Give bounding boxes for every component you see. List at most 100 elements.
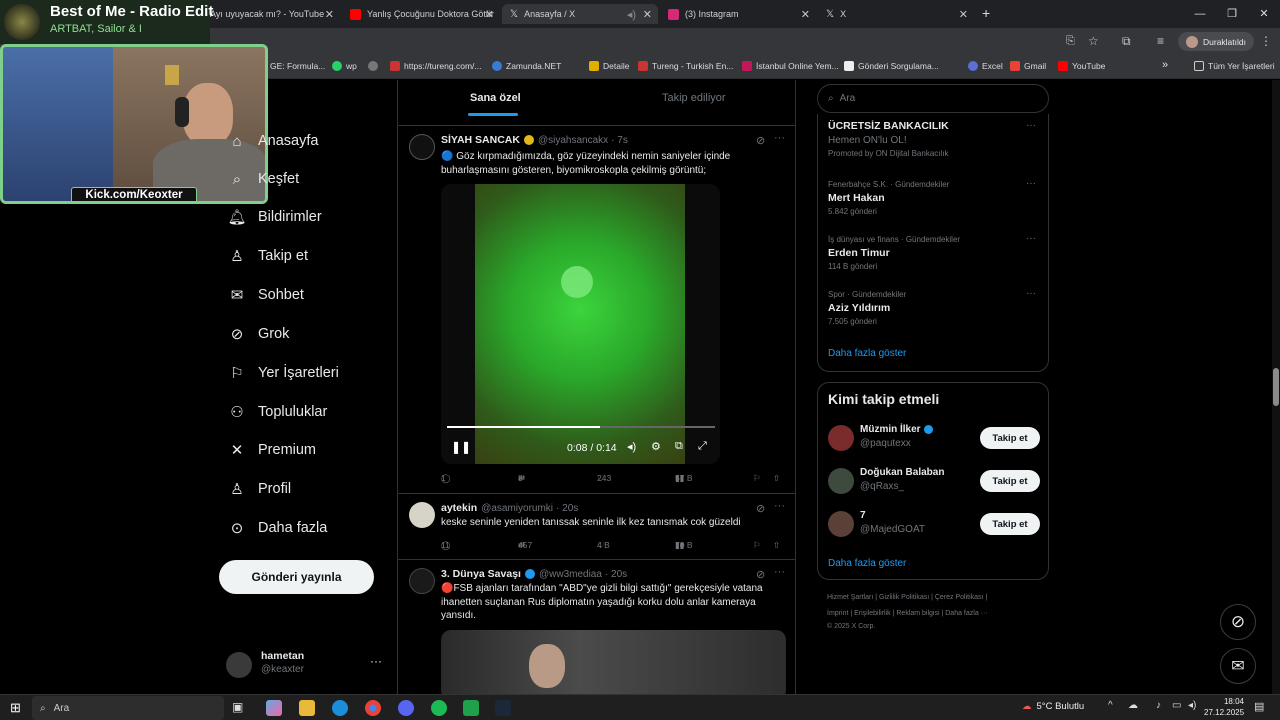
follow-button[interactable]: Takip et	[980, 427, 1040, 449]
file-explorer-icon[interactable]	[299, 700, 315, 716]
video-player[interactable]: ❚❚ 0:08 / 0:14 ◂) ⚙ ⧉ ⤢	[441, 184, 720, 464]
bookmark-item[interactable]: wp	[332, 61, 357, 71]
kebab-menu-icon[interactable]: ⋮	[1260, 34, 1272, 48]
more-icon[interactable]: ···	[774, 500, 785, 512]
windows-start-icon[interactable]: ⊞	[10, 700, 21, 716]
more-icon[interactable]: ···	[1026, 233, 1036, 244]
app-icon[interactable]	[463, 700, 479, 716]
nav-item-premium[interactable]: ✕ Premium	[228, 441, 316, 459]
bookmark-item[interactable]: GE: Formula...	[270, 61, 325, 71]
footer-line[interactable]: İmprint | Erişilebilirlik | Reklam bilgi…	[827, 606, 1052, 622]
share-icon[interactable]: ⇧	[773, 540, 780, 551]
tab-following[interactable]: Takip ediliyor	[662, 92, 726, 104]
tab-youtube-1[interactable]: Ayı uyuyacak mı? - YouTube ✕	[202, 4, 340, 24]
tweet-author[interactable]: 3. Dünya Savaşı	[441, 568, 521, 580]
grok-icon[interactable]: ⊘	[756, 134, 765, 147]
tab-instagram[interactable]: (3) Instagram ✕	[660, 4, 816, 24]
tweet-time[interactable]: · 20s	[605, 569, 627, 580]
account-switcher[interactable]: hametan @keaxter ···	[226, 650, 398, 680]
new-tab-button[interactable]: +	[982, 5, 990, 21]
follow-button[interactable]: Takip et	[980, 513, 1040, 535]
maximize-icon[interactable]: ❐	[1216, 0, 1248, 28]
volume-icon[interactable]: ◂)	[627, 440, 636, 453]
tab-x-home[interactable]: 𝕏 Anasayfa / X ◂) ✕	[502, 4, 658, 24]
tweet-author[interactable]: aytekin	[441, 502, 477, 514]
taskbar-search[interactable]: ⌕ Ara	[32, 696, 224, 720]
nav-item-notifications[interactable]: 🔔︎ Bildirimler	[227, 208, 321, 226]
nav-item-chat[interactable]: ✉ Sohbet	[228, 286, 304, 304]
tab-for-you[interactable]: Sana özel	[470, 92, 521, 104]
microphone-icon[interactable]: ♪	[1156, 700, 1161, 711]
volume-icon[interactable]: ◂)	[1188, 700, 1196, 711]
bookmark-item[interactable]: Gönderi Sorgulama...	[844, 61, 939, 71]
bookmark-item[interactable]: Tureng - Turkish En...	[638, 61, 733, 71]
close-icon[interactable]: ✕	[325, 8, 334, 21]
star-icon[interactable]: ☆	[1088, 34, 1099, 48]
tweet-time[interactable]: · 7s	[611, 135, 628, 146]
tweet[interactable]: SİYAH SANCAK @siyahsancakx · 7s ⊘ ··· 🔵 …	[398, 126, 795, 493]
settings-icon[interactable]: ⚙	[651, 440, 661, 453]
more-bookmarks-button[interactable]: »	[1162, 59, 1168, 71]
bookmark-item[interactable]: Excel	[968, 61, 1003, 71]
bookmark-icon[interactable]: ⚐	[753, 540, 761, 551]
minimize-icon[interactable]: —	[1184, 0, 1216, 28]
messages-floating-button[interactable]: ✉	[1220, 648, 1256, 684]
close-icon[interactable]: ✕	[959, 8, 968, 21]
close-window-icon[interactable]: ✕	[1248, 0, 1280, 28]
notifications-icon[interactable]: ▤	[1254, 700, 1264, 713]
bookmark-item[interactable]: YouTube	[1058, 61, 1105, 71]
tweet-video[interactable]	[441, 630, 786, 694]
weather-widget[interactable]: ☁ 5°C Bulutlu	[1022, 701, 1084, 712]
more-icon[interactable]: ···	[1026, 288, 1036, 299]
network-icon[interactable]: ▭	[1172, 700, 1181, 711]
mute-icon[interactable]: ◂)	[627, 8, 636, 21]
trend-item[interactable]: Spor · Gündemdekiler Aziz Yıldırım 7.505…	[828, 290, 906, 326]
more-icon[interactable]: ···	[1026, 178, 1036, 189]
bookmark-item[interactable]: Gmail	[1010, 61, 1046, 71]
tweet[interactable]: 3. Dünya Savaşı @ww3mediaa · 20s ⊘ ··· 🔴…	[398, 560, 795, 694]
grok-icon[interactable]: ⊘	[756, 568, 765, 581]
task-view-icon[interactable]: ▣	[232, 700, 243, 714]
tab-youtube-2[interactable]: Yanlış Çocuğunu Doktora Götür ✕	[342, 4, 500, 24]
all-bookmarks[interactable]: Tüm Yer İşaretleri	[1194, 61, 1275, 71]
install-app-icon[interactable]: ⎘	[1066, 35, 1075, 48]
copilot-icon[interactable]	[266, 700, 282, 716]
nav-item-profile[interactable]: ♙ Profil	[228, 480, 291, 498]
video-progress-track[interactable]	[447, 426, 715, 428]
close-icon[interactable]: ✕	[643, 8, 652, 21]
search-input[interactable]: ⌕ Ara	[817, 84, 1049, 113]
tweet[interactable]: aytekin @asamiyorumki · 20s ⊘ ··· keske …	[398, 494, 795, 568]
show-more-link[interactable]: Daha fazla göster	[828, 558, 906, 569]
steam-icon[interactable]	[495, 700, 511, 716]
follow-suggestion[interactable]: Müzmin İlker @paqutexx Takip et	[818, 421, 1050, 457]
trend-item[interactable]: Fenerbahçe S.K. · Gündemdekiler Mert Hak…	[828, 180, 949, 216]
pip-icon[interactable]: ⧉	[675, 440, 683, 453]
bookmark-item[interactable]: Detaile	[589, 61, 629, 71]
follow-suggestion[interactable]: Doğukan Balaban @qRaxs_ Takip et	[818, 464, 1050, 500]
share-icon[interactable]: ⇧	[773, 473, 780, 484]
close-icon[interactable]: ✕	[485, 8, 494, 21]
bookmark-icon[interactable]: ⚐	[753, 473, 761, 484]
bookmark-item[interactable]: https://tureng.com/...	[390, 61, 481, 71]
scrollbar[interactable]	[1272, 80, 1280, 694]
nav-item-bookmarks[interactable]: ⚐ Yer İşaretleri	[228, 364, 339, 382]
close-icon[interactable]: ✕	[801, 8, 810, 21]
tray-icon[interactable]: ☁	[1128, 700, 1138, 711]
media-icon[interactable]: ≡	[1157, 34, 1164, 48]
footer-line[interactable]: Hizmet Şartları | Gizlilik Politikası | …	[827, 590, 1052, 606]
tab-x[interactable]: 𝕏 X ✕	[818, 4, 974, 24]
chevron-up-icon[interactable]: ^	[1108, 700, 1113, 711]
bookmark-item[interactable]: Zamunda.NET	[492, 61, 561, 71]
show-more-link[interactable]: Daha fazla göster	[828, 348, 906, 359]
edge-icon[interactable]	[332, 700, 348, 716]
post-button[interactable]: Gönderi yayınla	[219, 560, 374, 594]
scrollbar-thumb[interactable]	[1273, 368, 1279, 406]
nav-item-home[interactable]: ⌂ Anasayfa	[228, 132, 318, 150]
follow-suggestion[interactable]: 7 @MajedGOAT Takip et	[818, 507, 1050, 543]
profile-chip[interactable]: Duraklatıldı	[1178, 32, 1254, 51]
discord-icon[interactable]	[398, 700, 414, 716]
nav-item-more[interactable]: ⊙ Daha fazla	[228, 519, 328, 537]
more-icon[interactable]: ···	[774, 132, 785, 144]
nav-item-grok[interactable]: ⊘ Grok	[228, 325, 290, 343]
spotify-icon[interactable]	[431, 700, 447, 716]
